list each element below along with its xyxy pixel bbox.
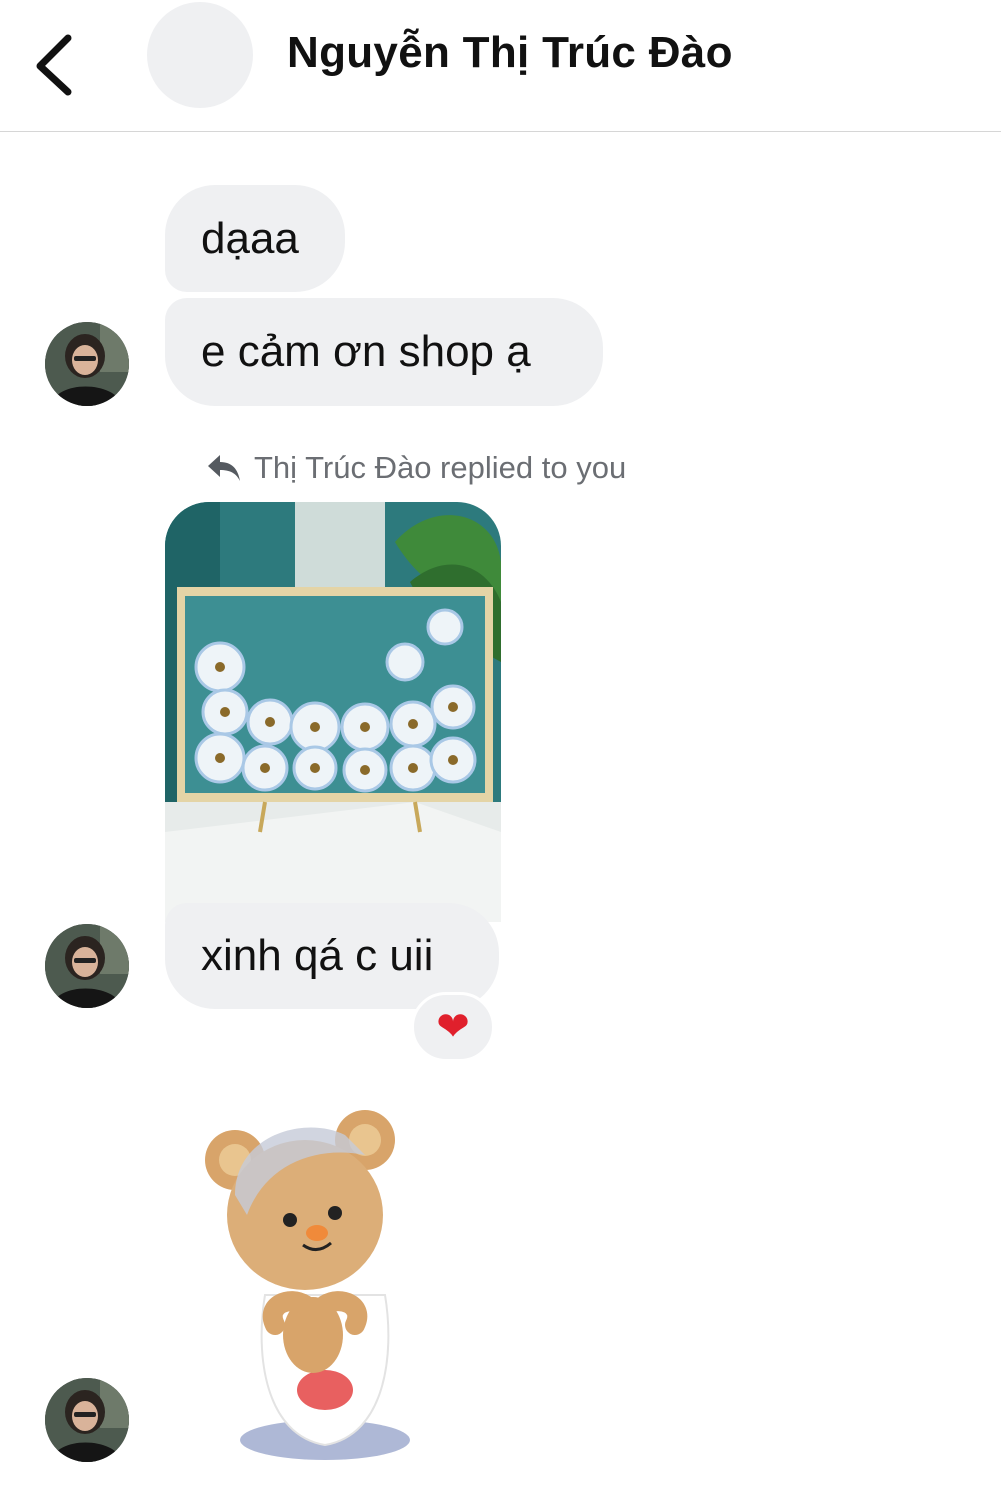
message-text: e cảm ơn shop ạ [201,327,531,376]
replied-photo[interactable] [165,502,501,922]
message-reaction[interactable]: ❤ [411,992,495,1062]
contact-name[interactable]: Nguyễn Thị Trúc Đào [287,28,733,78]
sender-avatar[interactable] [45,924,129,1008]
sender-avatar[interactable] [45,1378,129,1462]
back-button[interactable] [30,30,80,100]
reply-label-text: Thị Trúc Đào replied to you [254,450,627,485]
contact-avatar[interactable] [147,2,253,108]
message-bubble[interactable]: dạaa [165,185,345,292]
message-text: dạaa [201,213,299,263]
conversation-header: Nguyễn Thị Trúc Đào [0,0,1001,132]
reply-arrow-icon [208,455,240,481]
heart-icon: ❤ [436,1005,470,1049]
bear-sticker[interactable] [195,1105,455,1465]
message-bubble[interactable]: e cảm ơn shop ạ [165,298,603,406]
reply-indicator: Thị Trúc Đào replied to you [206,448,626,488]
message-text: xinh qá c uii [201,931,434,980]
chevron-left-icon [36,34,72,96]
sender-avatar[interactable] [45,322,129,406]
